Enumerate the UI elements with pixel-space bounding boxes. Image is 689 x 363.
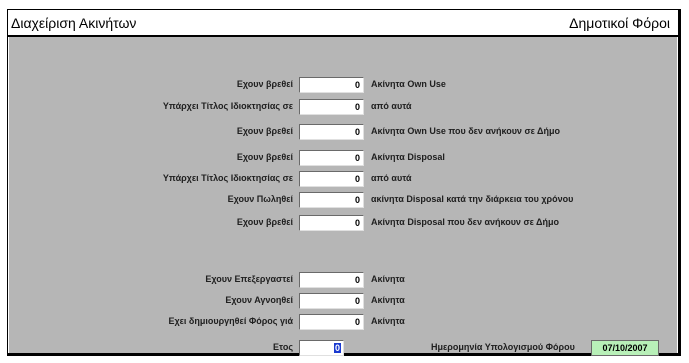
title-bar: Διαχείριση Ακινήτων Δημοτικοί Φόροι bbox=[8, 10, 678, 37]
row-year-date: Ετος 0 Ημερομηνία Υπολογισμού Φόρου 07/1… bbox=[9, 340, 677, 356]
tax-window: Διαχείριση Ακινήτων Δημοτικοί Φόροι Εχου… bbox=[7, 9, 681, 356]
row-description: Ακίνητα Own Use bbox=[371, 79, 446, 89]
own-use-title-input[interactable]: 0 bbox=[299, 99, 364, 115]
row-label: Εχουν βρεθεί bbox=[236, 126, 293, 136]
row-description: Ακίνητα Disposal bbox=[371, 152, 445, 162]
year-label: Ετος bbox=[273, 342, 293, 352]
year-input[interactable]: 0 bbox=[299, 340, 344, 356]
row-label: Εχουν Επεξεργαστεί bbox=[205, 274, 293, 284]
row-description: Ακίνητα Own Use που δεν ανήκουν σε Δήμο bbox=[371, 126, 561, 136]
row-label: Υπάρχει Τίτλος Ιδιοκτησίας σε bbox=[162, 173, 293, 183]
own-use-found-input[interactable]: 0 bbox=[299, 77, 364, 93]
row-description: Ακίνητα bbox=[371, 274, 405, 284]
row-label: Υπάρχει Τίτλος Ιδιοκτησίας σε bbox=[162, 101, 293, 111]
disposal-title-input[interactable]: 0 bbox=[299, 171, 364, 187]
row-label: Εχουν βρεθεί bbox=[236, 217, 293, 227]
app-title: Διαχείριση Ακινήτων bbox=[11, 15, 137, 31]
row-label: Εχουν βρεθεί bbox=[236, 79, 293, 89]
row-description: Ακίνητα bbox=[371, 316, 405, 326]
row-label: Εχουν Πωληθεί bbox=[227, 194, 293, 204]
row-description: από αυτά bbox=[371, 101, 412, 111]
disposal-not-municipal-input[interactable]: 0 bbox=[299, 215, 364, 231]
disposal-sold-input[interactable]: 0 bbox=[299, 192, 364, 208]
processed-input[interactable]: 0 bbox=[299, 272, 364, 288]
tax-created-input[interactable]: 0 bbox=[299, 314, 364, 330]
disposal-found-input[interactable]: 0 bbox=[299, 150, 364, 166]
row-label: Εχει δημιουργηθεί Φόρος γιά bbox=[168, 316, 293, 326]
row-description: από αυτά bbox=[371, 173, 412, 183]
form-panel: Εχουν βρεθεί 0 Ακίνητα Own Use Υπάρχει Τ… bbox=[9, 37, 677, 356]
row-description: ακίνητα Disposal κατά την διάρκεια του χ… bbox=[371, 194, 574, 204]
row-description: Ακίνητα Disposal που δεν ανήκουν σε Δήμο bbox=[371, 217, 560, 227]
row-description: Ακίνητα bbox=[371, 295, 405, 305]
year-value: 0 bbox=[333, 343, 341, 353]
row-label: Εχουν βρεθεί bbox=[236, 152, 293, 162]
section-title: Δημοτικοί Φόροι bbox=[569, 15, 670, 31]
own-use-not-municipal-input[interactable]: 0 bbox=[299, 124, 364, 140]
calc-date-field: 07/10/2007 bbox=[591, 340, 659, 356]
row-label: Εχουν Αγνοηθεί bbox=[225, 295, 293, 305]
calc-date-label: Ημερομηνία Υπολογισμού Φόρου bbox=[431, 342, 575, 352]
ignored-input[interactable]: 0 bbox=[299, 293, 364, 309]
